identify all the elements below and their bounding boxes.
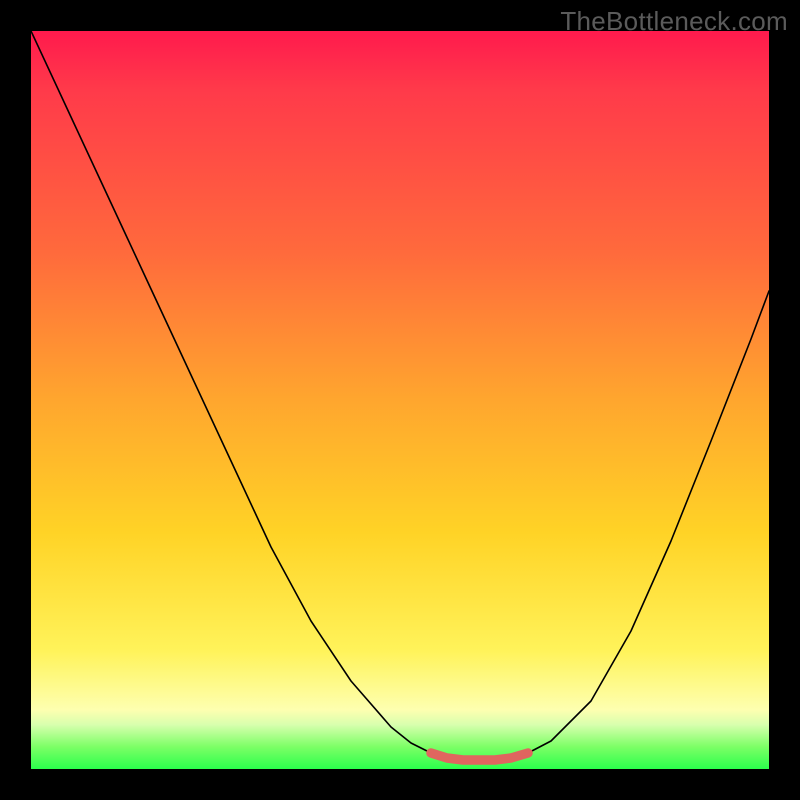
- optimal-band-highlight: [431, 753, 528, 760]
- plot-area: [31, 31, 769, 769]
- curve-svg: [31, 31, 769, 769]
- chart-frame: TheBottleneck.com: [0, 0, 800, 800]
- bottleneck-curve: [31, 31, 769, 760]
